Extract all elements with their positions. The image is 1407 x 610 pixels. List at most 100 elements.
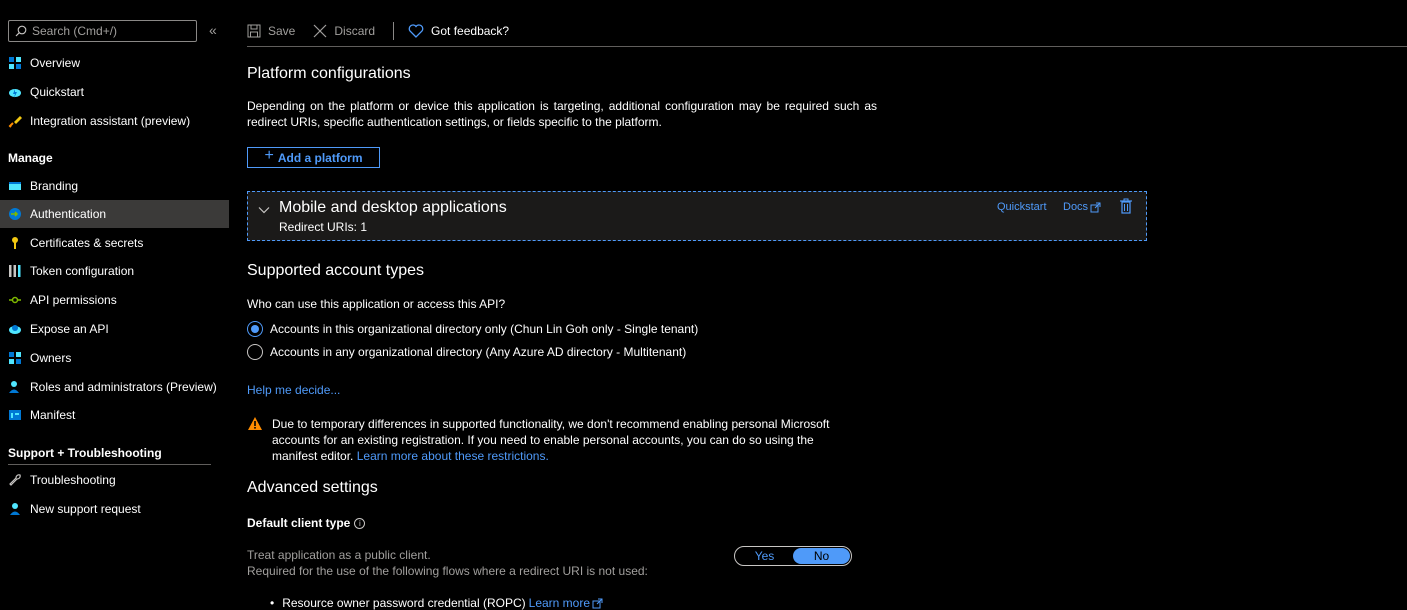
- add-platform-button[interactable]: + Add a platform: [247, 147, 380, 168]
- delete-icon[interactable]: [1119, 198, 1133, 214]
- wrench-icon: [8, 473, 22, 487]
- ropc-list-item: Resource owner password credential (ROPC…: [270, 596, 603, 610]
- close-icon: [313, 24, 327, 38]
- platform-card-mobile-desktop: Mobile and desktop applications Redirect…: [247, 191, 1147, 241]
- sidebar-item-quickstart[interactable]: Quickstart: [0, 78, 229, 106]
- sidebar-item-label: Overview: [30, 56, 81, 70]
- overview-icon: [8, 56, 22, 70]
- discard-label: Discard: [334, 24, 376, 38]
- sidebar-item-authentication[interactable]: Authentication: [0, 200, 229, 228]
- account-question: Who can use this application or access t…: [247, 297, 506, 311]
- sidebar-item-manifest[interactable]: Manifest: [0, 401, 229, 429]
- plus-icon: +: [264, 147, 274, 164]
- sidebar-item-new-support-request[interactable]: New support request: [0, 495, 229, 523]
- advanced-settings-title: Advanced settings: [247, 479, 378, 496]
- sidebar-item-expose-api[interactable]: Expose an API: [0, 315, 229, 343]
- toolbar-divider: [393, 22, 395, 40]
- sidebar-item-label: Owners: [30, 351, 72, 365]
- authentication-icon: [8, 207, 22, 221]
- option-single-label: Accounts in this organizational director…: [270, 322, 699, 336]
- rocket-icon: [8, 114, 22, 128]
- sidebar-item-label: Authentication: [30, 207, 107, 221]
- sidebar-item-branding[interactable]: Branding: [0, 172, 229, 200]
- sidebar: « Overview Quickstart Integration assist…: [0, 0, 229, 610]
- token-bars-icon: [8, 264, 22, 278]
- platform-docs-link[interactable]: Docs: [1063, 201, 1101, 213]
- command-bar-divider: [247, 46, 1407, 47]
- chevron-down-icon[interactable]: [258, 204, 270, 216]
- sidebar-item-label: API permissions: [30, 293, 117, 307]
- toggle-yes[interactable]: Yes: [736, 548, 793, 564]
- cloud-icon: [8, 322, 22, 336]
- add-platform-label: Add a platform: [277, 150, 363, 165]
- search-input[interactable]: [32, 24, 192, 38]
- collapse-sidebar-button[interactable]: «: [209, 22, 217, 38]
- feedback-button[interactable]: Got feedback?: [408, 24, 509, 38]
- sidebar-item-label: Expose an API: [30, 322, 109, 336]
- sidebar-item-label: Token configuration: [30, 264, 135, 278]
- public-client-line2: Required for the use of the following fl…: [247, 564, 648, 578]
- warning-icon: [248, 417, 262, 430]
- save-icon: [247, 24, 261, 38]
- ropc-label: Resource owner password credential (ROPC…: [282, 596, 526, 610]
- feedback-label: Got feedback?: [431, 24, 510, 38]
- sidebar-item-integration-assistant[interactable]: Integration assistant (preview): [0, 107, 229, 135]
- sidebar-item-label: Certificates & secrets: [30, 236, 144, 250]
- supported-account-types-title: Supported account types: [247, 262, 425, 279]
- support-divider: [8, 464, 211, 465]
- sidebar-item-label: Manifest: [30, 408, 76, 422]
- platform-card-redirect-count: Redirect URIs: 1: [279, 220, 368, 234]
- external-link-icon: [1090, 202, 1101, 212]
- public-client-toggle[interactable]: Yes No: [734, 546, 852, 566]
- ropc-learn-more-link[interactable]: Learn more: [529, 596, 603, 610]
- option-multi-label: Accounts in any organizational directory…: [270, 345, 687, 359]
- default-client-type-label: Default client type i: [247, 516, 366, 530]
- discard-button[interactable]: Discard: [313, 24, 375, 38]
- sidebar-item-label: Quickstart: [30, 85, 85, 99]
- platform-quickstart-link[interactable]: Quickstart: [997, 201, 1047, 213]
- client-type-text: Default client type: [247, 516, 351, 530]
- sidebar-item-troubleshooting[interactable]: Troubleshooting: [0, 466, 229, 494]
- warning-body: Due to temporary differences in supporte…: [272, 417, 830, 463]
- warning-message: Due to temporary differences in supporte…: [247, 416, 852, 464]
- support-person-icon: [8, 502, 22, 516]
- command-bar: Save Discard Got feedback?: [247, 18, 509, 44]
- platform-card-title: Mobile and desktop applications: [279, 199, 507, 216]
- manage-header: Manage: [8, 151, 53, 165]
- search-icon: [15, 25, 27, 37]
- sidebar-item-token-configuration[interactable]: Token configuration: [0, 257, 229, 285]
- sidebar-item-certificates[interactable]: Certificates & secrets: [0, 229, 229, 257]
- sidebar-item-label: Branding: [30, 179, 79, 193]
- radio-single-tenant[interactable]: [247, 321, 263, 337]
- owners-grid-icon: [8, 351, 22, 365]
- account-option-single-tenant[interactable]: Accounts in this organizational director…: [247, 321, 698, 337]
- sidebar-item-label: Roles and administrators (Preview): [30, 380, 217, 394]
- cloud-lightning-icon: [8, 85, 22, 99]
- key-icon: [8, 236, 22, 250]
- sidebar-item-owners[interactable]: Owners: [0, 344, 229, 372]
- docs-label: Docs: [1063, 201, 1089, 213]
- branding-icon: [8, 179, 22, 193]
- support-header: Support + Troubleshooting: [8, 446, 162, 460]
- search-box[interactable]: [8, 20, 197, 42]
- save-button[interactable]: Save: [247, 24, 295, 38]
- manifest-icon: [8, 408, 22, 422]
- toggle-no[interactable]: No: [793, 548, 850, 564]
- help-me-decide-link[interactable]: Help me decide...: [247, 383, 340, 397]
- info-icon[interactable]: i: [354, 517, 366, 529]
- person-badge-icon: [8, 380, 22, 394]
- platform-description: Depending on the platform or device this…: [247, 99, 877, 129]
- sidebar-item-api-permissions[interactable]: API permissions: [0, 286, 229, 314]
- sidebar-item-overview[interactable]: Overview: [0, 49, 229, 77]
- platform-configurations-title: Platform configurations: [247, 65, 411, 82]
- heart-icon: [408, 24, 424, 38]
- learn-more-restrictions-link[interactable]: Learn more about these restrictions.: [357, 449, 549, 463]
- public-client-line1: Treat application as a public client.: [247, 548, 431, 562]
- external-link-icon: [592, 598, 603, 608]
- sidebar-item-label: Integration assistant (preview): [30, 114, 191, 128]
- api-permissions-icon: [8, 293, 22, 307]
- account-option-multitenant[interactable]: Accounts in any organizational directory…: [247, 344, 686, 360]
- sidebar-item-roles-admins[interactable]: Roles and administrators (Preview): [0, 373, 229, 401]
- radio-multitenant[interactable]: [247, 344, 263, 360]
- sidebar-item-label: New support request: [30, 502, 141, 516]
